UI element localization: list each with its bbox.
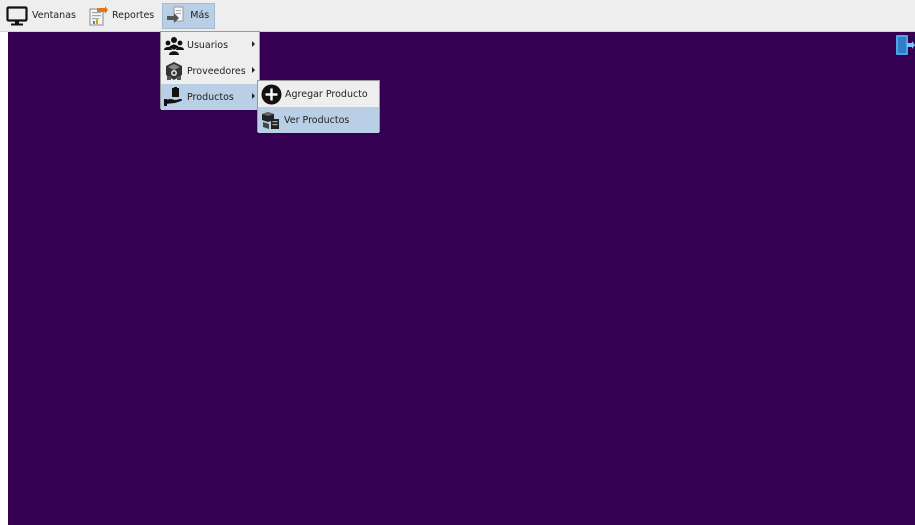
menu-item-agregar-producto[interactable]: Agregar Producto [258,81,379,107]
application-window: Ventanas Reportes Más Usuarios Proveedor… [0,0,915,525]
menu-item-usuarios[interactable]: Usuarios [161,32,259,58]
menu-bar: Ventanas Reportes Más [0,0,915,32]
menu-item-usuarios-label: Usuarios [187,39,229,51]
submenu-arrow-icon [252,93,255,99]
submenu-arrow-icon [252,41,255,47]
desktop-pane [8,32,915,525]
plus-circle-icon [261,84,282,104]
boxes-icon [262,112,279,129]
submenu-arrow-icon [252,67,255,73]
menu-item-proveedores-label: Proveedores [187,65,246,77]
menu-item-agregar-producto-label: Agregar Producto [285,88,368,100]
hand-product-icon [164,87,183,106]
menu-item-ver-productos-label: Ver Productos [284,114,350,126]
menu-reportes[interactable]: Reportes [84,3,160,29]
mas-dropdown-menu: Usuarios Proveedores Productos [160,31,260,110]
exit-door-icon[interactable] [895,34,915,56]
menu-item-productos-label: Productos [187,91,234,103]
menu-ventanas-label: Ventanas [32,10,76,21]
monitor-icon [6,5,28,25]
arrow-right-icon [167,6,184,23]
menu-item-productos[interactable]: Productos [161,84,259,110]
menu-item-proveedores[interactable]: Proveedores [161,58,259,84]
productos-submenu: Agregar Producto Ver Productos [257,80,380,133]
menu-mas-label: Más [190,10,210,21]
menu-reportes-label: Reportes [111,10,155,21]
menu-ventanas[interactable]: Ventanas [2,3,82,29]
users-icon [164,37,184,55]
suppliers-icon [166,62,182,80]
menu-item-ver-productos[interactable]: Ver Productos [258,107,379,133]
report-icon [89,5,108,25]
menu-mas[interactable]: Más [162,2,216,29]
